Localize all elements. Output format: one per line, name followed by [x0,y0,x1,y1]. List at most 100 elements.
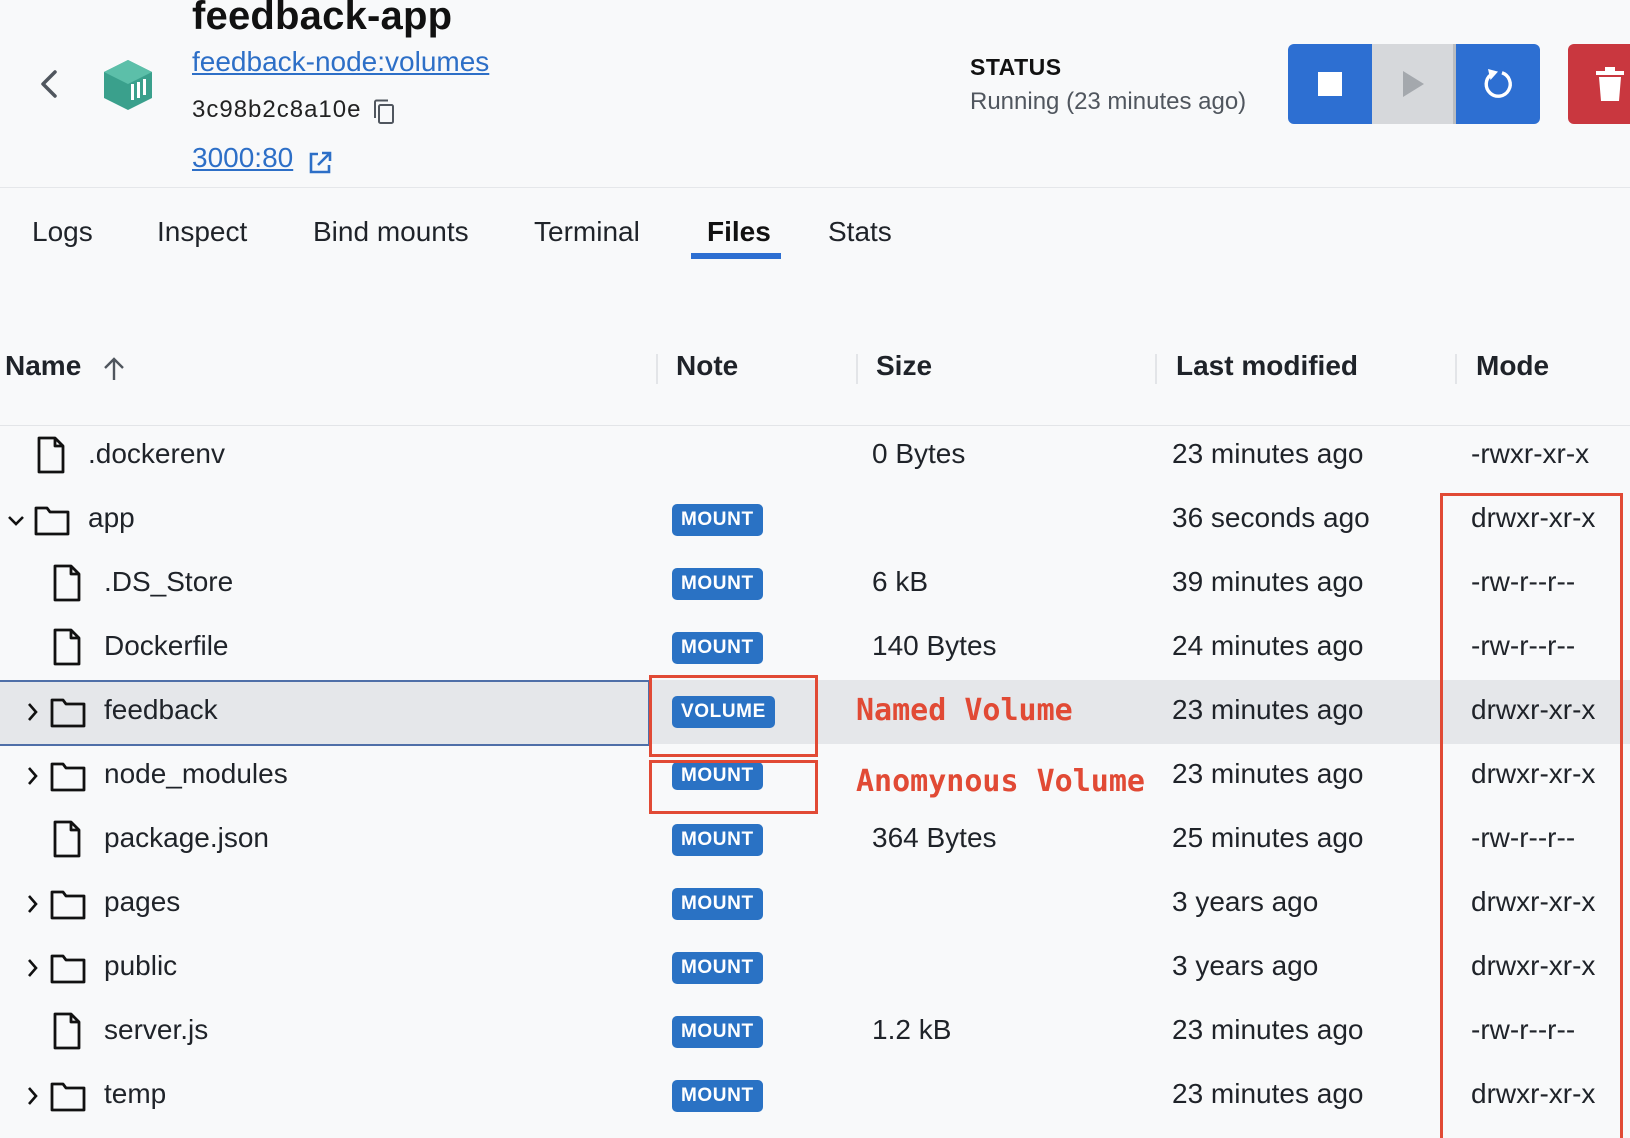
file-mode: -rwxr-xr-x [1471,438,1590,469]
file-mode: -rw-r--r-- [1471,630,1576,661]
file-icon [53,564,81,602]
status-label: STATUS [970,54,1062,80]
container-action-group [1288,44,1540,124]
chevron-right-icon[interactable] [22,1084,42,1108]
file-modified: 25 minutes ago [1172,822,1364,853]
file-mode: drwxr-xr-x [1471,502,1596,533]
mount-badge: MOUNT [672,952,763,984]
file-mode: -rw-r--r-- [1471,1014,1576,1045]
container-header: feedback-app feedback-node:volumes 3c98b… [0,0,1630,188]
table-row[interactable]: Dockerfile MOUNT 140 Bytes 24 minutes ag… [0,616,1630,680]
container-id: 3c98b2c8a10e [192,96,362,123]
mount-badge: MOUNT [672,1080,763,1112]
image-link[interactable]: feedback-node:volumes [192,46,489,78]
named-volume-annotation: Named Volume [856,693,1073,728]
file-mode: drwxr-xr-x [1471,758,1596,789]
file-modified: 3 years ago [1172,886,1319,917]
column-divider [1455,354,1457,384]
file-name: .dockerenv [88,438,225,469]
table-row-selected[interactable]: feedback VOLUME 23 minutes ago drwxr-xr-… [0,680,1630,744]
table-row[interactable]: app MOUNT 36 seconds ago drwxr-xr-x [0,488,1630,552]
folder-icon [50,762,86,792]
chevron-right-icon[interactable] [22,956,42,980]
file-mode: drwxr-xr-x [1471,950,1596,981]
table-header: Name Note Size Last modified Mode [0,330,1630,426]
table-row[interactable]: pages MOUNT 3 years ago drwxr-xr-x [0,872,1630,936]
column-header-size[interactable]: Size [876,350,932,382]
anonymous-volume-annotation: Anomynous Volume [856,764,1145,799]
tab-files[interactable]: Files [707,216,771,248]
tab-terminal[interactable]: Terminal [534,216,640,248]
file-icon [53,1012,81,1050]
file-name: Dockerfile [104,630,229,661]
column-divider [856,354,858,384]
play-icon [1402,71,1424,97]
file-modified: 3 years ago [1172,950,1319,981]
chevron-down-icon[interactable] [6,508,26,532]
file-modified: 23 minutes ago [1172,758,1364,789]
table-row[interactable]: server.js MOUNT 1.2 kB 23 minutes ago -r… [0,1000,1630,1064]
active-tab-indicator [691,253,781,259]
file-name: public [104,950,178,981]
chevron-right-icon[interactable] [22,892,42,916]
file-name: server.js [104,1014,209,1045]
file-name: app [88,502,135,533]
column-header-mode[interactable]: Mode [1476,350,1549,382]
file-mode: drwxr-xr-x [1471,694,1596,725]
restart-button[interactable] [1456,44,1540,124]
file-modified: 23 minutes ago [1172,438,1364,469]
table-row[interactable]: .DS_Store MOUNT 6 kB 39 minutes ago -rw-… [0,552,1630,616]
mount-badge: MOUNT [672,888,763,920]
tab-logs[interactable]: Logs [32,216,93,248]
table-row[interactable]: temp MOUNT 23 minutes ago drwxr-xr-x [0,1064,1630,1128]
file-size: 364 Bytes [872,822,997,853]
tab-inspect[interactable]: Inspect [157,216,247,248]
file-name: pages [104,886,181,917]
table-row[interactable]: node_modules MOUNT 23 minutes ago drwxr-… [0,744,1630,808]
start-button[interactable] [1372,44,1456,124]
volume-badge: VOLUME [672,696,775,728]
trash-icon [1596,67,1624,101]
file-name: node_modules [104,758,288,789]
mount-badge: MOUNT [672,1016,763,1048]
port-link[interactable]: 3000:80 [192,142,293,174]
copy-icon[interactable] [372,98,396,126]
file-name: feedback [104,694,218,725]
file-modified: 39 minutes ago [1172,566,1364,597]
file-mode: -rw-r--r-- [1471,566,1576,597]
tab-bar: Logs Inspect Bind mounts Terminal Files … [0,188,1630,268]
file-icon [53,820,81,858]
table-row[interactable]: .dockerenv 0 Bytes 23 minutes ago -rwxr-… [0,424,1630,488]
folder-icon [34,506,70,536]
column-divider [656,354,658,384]
external-link-icon[interactable] [307,150,333,176]
column-header-name[interactable]: Name [5,350,81,382]
tab-stats[interactable]: Stats [828,216,892,248]
table-row[interactable]: public MOUNT 3 years ago drwxr-xr-x [0,936,1630,1000]
file-name: .DS_Store [104,566,234,597]
column-header-note[interactable]: Note [676,350,738,382]
mount-badge: MOUNT [672,632,763,664]
delete-button[interactable] [1568,44,1630,124]
back-chevron-icon[interactable] [36,66,62,102]
chevron-right-icon[interactable] [22,700,42,724]
column-header-last-modified[interactable]: Last modified [1176,350,1358,382]
chevron-right-icon[interactable] [22,764,42,788]
folder-icon [50,890,86,920]
status-value: Running (23 minutes ago) [970,88,1247,115]
file-name: package.json [104,822,270,853]
file-modified: 23 minutes ago [1172,1014,1364,1045]
restart-icon [1484,69,1512,98]
folder-icon [50,954,86,984]
sort-ascending-icon[interactable] [102,356,126,382]
folder-icon [50,698,86,728]
tab-bind-mounts[interactable]: Bind mounts [313,216,469,248]
file-icon [37,436,65,474]
stop-button[interactable] [1288,44,1372,124]
container-title: feedback-app [192,0,453,38]
table-row[interactable]: package.json MOUNT 364 Bytes 25 minutes … [0,808,1630,872]
stop-icon [1318,72,1342,96]
file-name: temp [104,1078,167,1109]
mount-badge: MOUNT [672,762,763,790]
file-mode: drwxr-xr-x [1471,1078,1596,1109]
